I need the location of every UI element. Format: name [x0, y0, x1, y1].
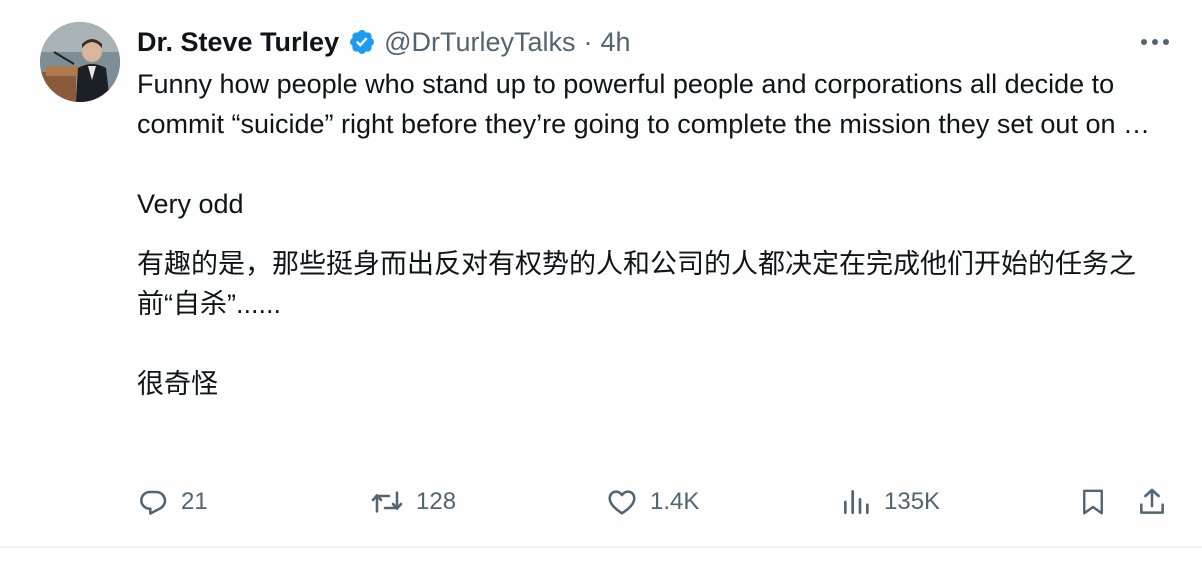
repost-button[interactable]: 128 — [370, 480, 456, 524]
heart-icon — [606, 486, 638, 518]
share-button[interactable] — [1136, 480, 1168, 524]
avatar[interactable] — [40, 22, 120, 102]
share-icon — [1136, 486, 1168, 518]
bookmark-icon — [1078, 486, 1108, 518]
user-handle[interactable]: @DrTurleyTalks — [384, 27, 575, 58]
bookmark-button[interactable] — [1078, 480, 1108, 524]
display-name[interactable]: Dr. Steve Turley — [137, 27, 339, 58]
repost-icon — [370, 486, 404, 518]
tweet-paragraph-chinese-odd: 很奇怪 — [137, 369, 218, 399]
views-icon — [840, 486, 872, 518]
verified-badge-icon[interactable] — [348, 28, 376, 56]
views-button[interactable]: 135K — [840, 480, 940, 524]
tweet-text: Funny how people who stand up to powerfu… — [137, 64, 1177, 404]
divider — [0, 546, 1202, 548]
separator-dot: · — [583, 26, 593, 57]
tweet-card: Dr. Steve Turley @DrTurleyTalks · 4h Fun… — [0, 0, 1202, 572]
tweet-paragraph-chinese: 有趣的是，那些挺身而出反对有权势的人和公司的人都决定在完成他们开始的任务之前“自… — [137, 249, 1136, 319]
tweet-header: Dr. Steve Turley @DrTurleyTalks · 4h — [137, 22, 631, 62]
tweet-paragraph-very-odd: Very odd — [137, 189, 244, 219]
timestamp[interactable]: 4h — [601, 27, 631, 58]
repost-count: 128 — [416, 488, 457, 515]
like-count: 1.4K — [650, 488, 700, 515]
action-bar: 21 128 1.4K 135K — [0, 480, 1202, 524]
tweet-paragraph-english: Funny how people who stand up to powerfu… — [137, 69, 1150, 139]
reply-count: 21 — [181, 488, 208, 515]
more-icon[interactable] — [1138, 30, 1172, 54]
like-button[interactable]: 1.4K — [606, 480, 699, 524]
reply-icon — [137, 486, 169, 518]
reply-button[interactable]: 21 — [137, 480, 208, 524]
views-count: 135K — [884, 488, 941, 515]
